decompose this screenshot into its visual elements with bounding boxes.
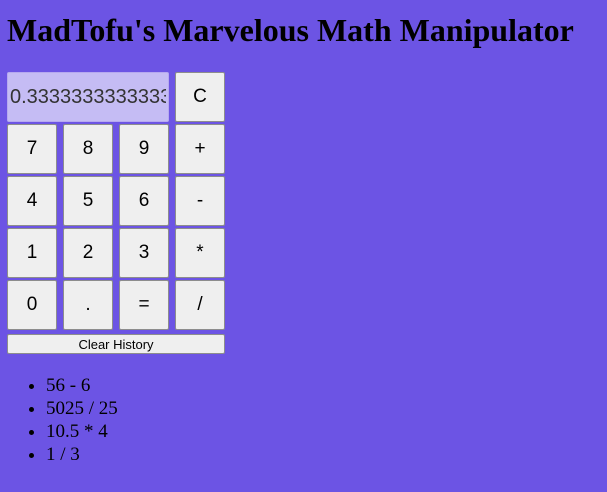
digit-0-button[interactable]: 0	[7, 280, 57, 330]
history-list: 56 - 6 5025 / 25 10.5 * 4 1 / 3	[6, 374, 118, 466]
plus-button[interactable]: +	[175, 124, 225, 174]
divide-button[interactable]: /	[175, 280, 225, 330]
digit-1-button[interactable]: 1	[7, 228, 57, 278]
history-item: 56 - 6	[46, 374, 118, 397]
digit-7-button[interactable]: 7	[7, 124, 57, 174]
calculator: C 7 8 9 + 4 5 6 - 1 2 3 * 0 . = / Clear …	[7, 72, 225, 354]
digit-5-button[interactable]: 5	[63, 176, 113, 226]
clear-history-button[interactable]: Clear History	[7, 334, 225, 354]
minus-button[interactable]: -	[175, 176, 225, 226]
multiply-button[interactable]: *	[175, 228, 225, 278]
decimal-button[interactable]: .	[63, 280, 113, 330]
equals-button[interactable]: =	[119, 280, 169, 330]
digit-8-button[interactable]: 8	[63, 124, 113, 174]
calculator-keypad: C 7 8 9 + 4 5 6 - 1 2 3 * 0 . = /	[7, 72, 225, 330]
history-item: 5025 / 25	[46, 397, 118, 420]
digit-3-button[interactable]: 3	[119, 228, 169, 278]
history-item: 1 / 3	[46, 443, 118, 466]
digit-2-button[interactable]: 2	[63, 228, 113, 278]
page-title: MadTofu's Marvelous Math Manipulator	[7, 12, 574, 48]
digit-6-button[interactable]: 6	[119, 176, 169, 226]
clear-button[interactable]: C	[175, 72, 225, 122]
history-item: 10.5 * 4	[46, 420, 118, 443]
digit-4-button[interactable]: 4	[7, 176, 57, 226]
digit-9-button[interactable]: 9	[119, 124, 169, 174]
calculator-display[interactable]	[7, 72, 169, 122]
